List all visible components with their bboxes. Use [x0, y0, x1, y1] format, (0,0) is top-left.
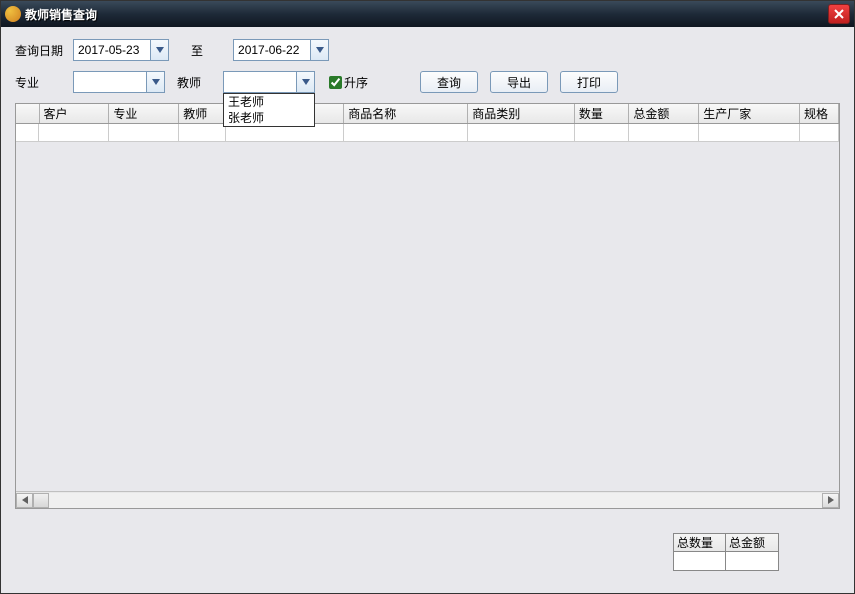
grid-cell[interactable]	[16, 124, 39, 142]
grid-cell[interactable]	[468, 124, 575, 142]
chevron-left-icon	[22, 496, 28, 504]
app-icon	[5, 6, 21, 22]
major-dropdown-btn[interactable]	[147, 71, 165, 93]
teacher-option[interactable]: 王老师	[224, 94, 314, 110]
grid-header-spec[interactable]: 规格	[800, 104, 839, 123]
major-label: 专业	[15, 74, 73, 91]
summary-value	[674, 552, 726, 570]
close-button[interactable]	[828, 4, 850, 24]
grid-cell[interactable]	[699, 124, 800, 142]
summary-col: 总金额	[726, 534, 778, 570]
grid-cell[interactable]	[629, 124, 699, 142]
chevron-down-icon	[316, 47, 324, 53]
window-title: 教师销售查询	[25, 6, 828, 23]
chevron-down-icon	[302, 79, 310, 85]
action-buttons: 查询 导出 打印	[420, 71, 618, 93]
filter-row-2: 专业 教师 王老师张老师 升序 查询 导出 打印	[15, 71, 840, 93]
summary-col: 总数量	[674, 534, 726, 570]
date-from-wrap	[73, 39, 169, 61]
chevron-down-icon	[152, 79, 160, 85]
chevron-down-icon	[156, 47, 164, 53]
grid-header-teacher[interactable]: 教师	[179, 104, 226, 123]
grid-header-maker[interactable]: 生产厂家	[699, 104, 800, 123]
teacher-select-wrap: 王老师张老师	[223, 71, 315, 93]
asc-checkbox[interactable]	[329, 76, 342, 89]
date-from-input[interactable]	[73, 39, 151, 61]
scroll-right-btn[interactable]	[822, 493, 839, 508]
grid-header-goodsName[interactable]: 商品名称	[344, 104, 468, 123]
scroll-track[interactable]	[33, 493, 822, 508]
print-button[interactable]: 打印	[560, 71, 618, 93]
scroll-thumb[interactable]	[33, 493, 49, 508]
horizontal-scrollbar[interactable]	[16, 491, 839, 508]
asc-label: 升序	[344, 74, 368, 91]
grid-header-qty[interactable]: 数量	[575, 104, 629, 123]
grid-header-lead	[16, 104, 40, 123]
asc-checkbox-wrap[interactable]: 升序	[329, 74, 368, 91]
summary-value	[726, 552, 778, 570]
export-button[interactable]: 导出	[490, 71, 548, 93]
teacher-option[interactable]: 张老师	[224, 110, 314, 126]
chevron-right-icon	[828, 496, 834, 504]
title-bar: 教师销售查询	[1, 1, 854, 27]
query-button[interactable]: 查询	[420, 71, 478, 93]
summary-table: 总数量总金额	[673, 533, 779, 571]
grid-cell[interactable]	[109, 124, 179, 142]
to-label: 至	[191, 42, 203, 59]
date-from-dropdown-btn[interactable]	[151, 39, 169, 61]
grid-header-amount[interactable]: 总金额	[629, 104, 699, 123]
grid-header-major[interactable]: 专业	[109, 104, 179, 123]
summary-header: 总数量	[674, 534, 726, 552]
major-select[interactable]	[73, 71, 147, 93]
date-to-input[interactable]	[233, 39, 311, 61]
summary-header: 总金额	[726, 534, 778, 552]
grid-header-customer[interactable]: 客户	[40, 104, 110, 123]
date-to-dropdown-btn[interactable]	[311, 39, 329, 61]
filter-row-1: 查询日期 至	[15, 39, 840, 61]
teacher-label: 教师	[177, 74, 217, 91]
grid-header-goodsType[interactable]: 商品类别	[468, 104, 575, 123]
grid-cell[interactable]	[39, 124, 109, 142]
major-select-wrap	[73, 71, 165, 93]
grid-cell[interactable]	[344, 124, 468, 142]
content-area: 查询日期 至 专业 教师 王老师张老师 升序 查询 导出 打印	[1, 27, 854, 593]
grid-cell[interactable]	[179, 124, 226, 142]
date-to-wrap	[233, 39, 329, 61]
grid-header: 客户专业教师 商品名称商品类别数量总金额生产厂家规格	[16, 104, 839, 124]
grid-cell[interactable]	[800, 124, 839, 142]
teacher-dropdown-btn[interactable]	[297, 71, 315, 93]
date-label: 查询日期	[15, 42, 73, 59]
grid-cell[interactable]	[575, 124, 629, 142]
teacher-select[interactable]	[223, 71, 297, 93]
results-grid: 客户专业教师 商品名称商品类别数量总金额生产厂家规格	[15, 103, 840, 509]
grid-body	[16, 124, 839, 142]
scroll-left-btn[interactable]	[16, 493, 33, 508]
teacher-dropdown-list[interactable]: 王老师张老师	[223, 93, 315, 127]
